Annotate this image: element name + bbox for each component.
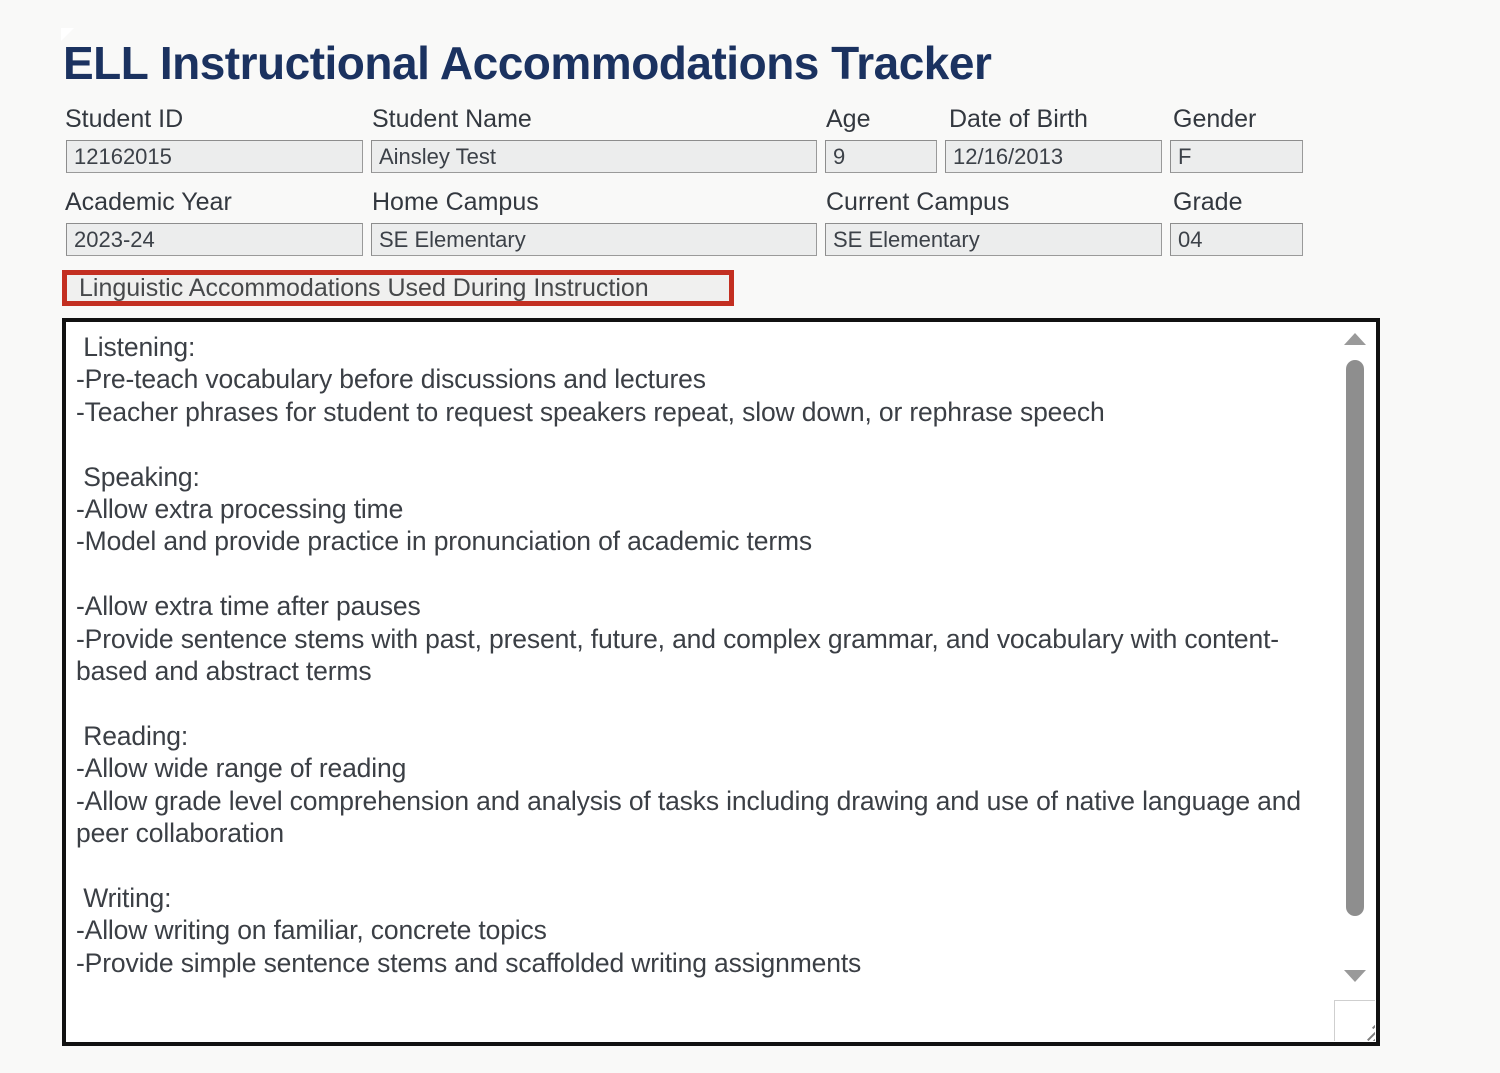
input-age[interactable]: 9: [825, 140, 937, 173]
accommodation-line: -Teacher phrases for student to request …: [76, 396, 1105, 427]
accommodation-line: -Allow writing on familiar, concrete top…: [76, 915, 547, 946]
label-grade: Grade: [1173, 188, 1243, 216]
input-current-campus[interactable]: SE Elementary: [825, 223, 1162, 256]
resize-grip-icon[interactable]: [1334, 1000, 1375, 1041]
accommodation-line: -Pre-teach vocabulary before discussions…: [76, 364, 706, 395]
accommodation-line: [76, 687, 1334, 719]
label-current-campus: Current Campus: [826, 188, 1010, 216]
input-date-of-birth[interactable]: 12/16/2013: [945, 140, 1162, 173]
input-gender[interactable]: F: [1170, 140, 1303, 173]
accommodation-line: -Provide sentence stems with past, prese…: [76, 623, 1279, 687]
label-academic-year: Academic Year: [65, 188, 232, 216]
accommodation-line: [76, 850, 1334, 882]
accommodation-line: -Allow wide range of reading: [76, 753, 407, 784]
scrollbar-thumb[interactable]: [1346, 360, 1364, 916]
accommodation-line: -Allow extra processing time: [76, 494, 404, 525]
accommodation-line: Writing:: [76, 882, 172, 913]
input-home-campus[interactable]: SE Elementary: [371, 223, 817, 256]
label-student-id: Student ID: [65, 105, 184, 133]
input-grade[interactable]: 04: [1170, 223, 1303, 256]
input-student-name[interactable]: Ainsley Test: [371, 140, 817, 173]
label-age: Age: [826, 105, 871, 133]
accommodations-text-content[interactable]: Listening: -Pre-teach vocabulary before d…: [66, 322, 1334, 1042]
scroll-down-arrow-icon[interactable]: [1344, 970, 1366, 982]
input-student-id[interactable]: 12162015: [66, 140, 363, 173]
document-page: ELL Instructional Accommodations Tracker…: [0, 0, 1500, 1073]
section-header-label: Linguistic Accommodations Used During In…: [79, 273, 649, 302]
label-date-of-birth: Date of Birth: [949, 105, 1088, 133]
accommodation-line: -Model and provide practice in pronuncia…: [76, 526, 813, 557]
label-home-campus: Home Campus: [372, 188, 539, 216]
input-academic-year[interactable]: 2023-24: [66, 223, 363, 256]
label-gender: Gender: [1173, 105, 1257, 133]
accommodations-textarea[interactable]: Listening: -Pre-teach vocabulary before d…: [62, 318, 1380, 1046]
accommodation-line: -Allow extra time after pauses: [76, 591, 421, 622]
accommodation-line: [76, 558, 1334, 590]
textarea-scrollbar[interactable]: [1333, 322, 1376, 1042]
accommodation-line: -Provide simple sentence stems and scaff…: [76, 947, 862, 978]
accommodation-line: Listening:: [76, 332, 196, 362]
accommodation-line: [76, 428, 1334, 460]
accommodation-line: Reading:: [76, 720, 189, 751]
section-header-highlight: Linguistic Accommodations Used During In…: [62, 270, 734, 306]
scroll-up-arrow-icon[interactable]: [1344, 333, 1366, 345]
page-title: ELL Instructional Accommodations Tracker: [63, 37, 992, 89]
accommodation-line: -Allow grade level comprehension and ana…: [76, 785, 1309, 849]
label-student-name: Student Name: [372, 105, 532, 133]
accommodation-line: Speaking:: [76, 461, 200, 492]
